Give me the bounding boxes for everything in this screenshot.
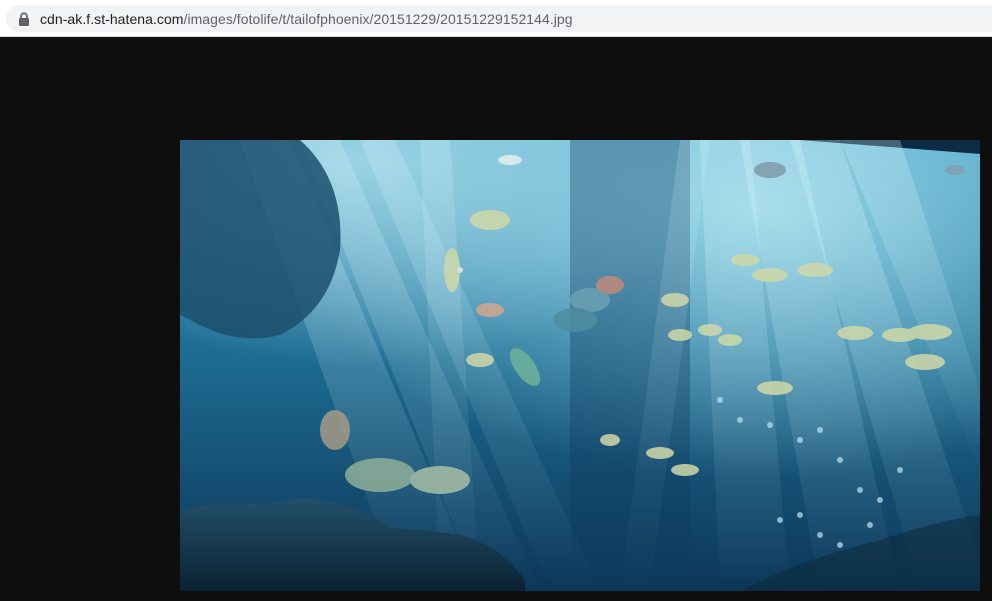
aquarium-photo[interactable] [180, 140, 980, 591]
url-text[interactable]: cdn-ak.f.st-hatena.com/images/fotolife/t… [40, 11, 573, 27]
url-field[interactable]: cdn-ak.f.st-hatena.com/images/fotolife/t… [6, 5, 992, 32]
image-viewer [0, 37, 992, 601]
lock-icon[interactable] [18, 11, 30, 26]
address-bar: cdn-ak.f.st-hatena.com/images/fotolife/t… [0, 0, 992, 37]
url-host: cdn-ak.f.st-hatena.com [40, 10, 184, 27]
aquarium-image [180, 140, 980, 591]
url-path: /images/fotolife/t/tailofphoenix/2015122… [183, 10, 573, 27]
